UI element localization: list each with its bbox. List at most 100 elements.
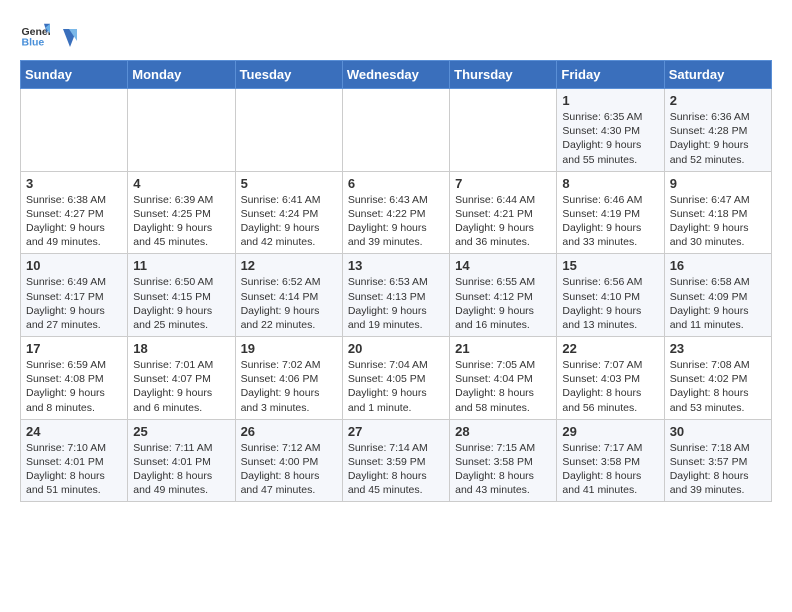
day-number: 8 — [562, 176, 658, 191]
day-info: Sunrise: 6:59 AM Sunset: 4:08 PM Dayligh… — [26, 359, 106, 414]
calendar-cell — [235, 89, 342, 172]
day-number: 18 — [133, 341, 229, 356]
day-info: Sunrise: 6:56 AM Sunset: 4:10 PM Dayligh… — [562, 276, 642, 331]
day-number: 14 — [455, 258, 551, 273]
weekday-header: Saturday — [664, 61, 771, 89]
calendar-cell: 17 Sunrise: 6:59 AM Sunset: 4:08 PM Dayli… — [21, 337, 128, 420]
calendar-cell: 27 Sunrise: 7:14 AM Sunset: 3:59 PM Dayli… — [342, 419, 449, 502]
calendar-cell: 8 Sunrise: 6:46 AM Sunset: 4:19 PM Daylig… — [557, 171, 664, 254]
calendar-cell: 19Sunrise: 7:02 AM Sunset: 4:06 PM Dayli… — [235, 337, 342, 420]
day-number: 25 — [133, 424, 229, 439]
calendar-cell: 28 Sunrise: 7:15 AM Sunset: 3:58 PM Dayli… — [450, 419, 557, 502]
day-info: Sunrise: 6:53 AM Sunset: 4:13 PM Dayligh… — [348, 276, 428, 331]
calendar-table: SundayMondayTuesdayWednesdayThursdayFrid… — [20, 60, 772, 502]
svg-text:Blue: Blue — [22, 37, 45, 49]
day-info: Sunrise: 7:01 AM Sunset: 4:07 PM Dayligh… — [133, 359, 213, 414]
day-number: 2 — [670, 93, 766, 108]
calendar-cell: 2 Sunrise: 6:36 AM Sunset: 4:28 PM Daylig… — [664, 89, 771, 172]
day-info: Sunrise: 6:44 AM Sunset: 4:21 PM Dayligh… — [455, 194, 535, 249]
day-info: Sunrise: 7:05 AM Sunset: 4:04 PM Dayligh… — [455, 359, 535, 414]
calendar-cell: 26 Sunrise: 7:12 AM Sunset: 4:00 PM Dayli… — [235, 419, 342, 502]
day-number: 17 — [26, 341, 122, 356]
day-number: 28 — [455, 424, 551, 439]
calendar-week-row: 17 Sunrise: 6:59 AM Sunset: 4:08 PM Dayli… — [21, 337, 772, 420]
day-info: Sunrise: 6:36 AM Sunset: 4:28 PM Dayligh… — [670, 111, 750, 166]
calendar-cell: 23 Sunrise: 7:08 AM Sunset: 4:02 PM Dayli… — [664, 337, 771, 420]
calendar-cell: 18 Sunrise: 7:01 AM Sunset: 4:07 PM Dayli… — [128, 337, 235, 420]
calendar-cell: 13 Sunrise: 6:53 AM Sunset: 4:13 PM Dayli… — [342, 254, 449, 337]
calendar-cell: 30Sunrise: 7:18 AM Sunset: 3:57 PM Dayli… — [664, 419, 771, 502]
logo: General Blue — [20, 20, 78, 50]
day-number: 26 — [241, 424, 337, 439]
page-header: General Blue — [20, 20, 772, 50]
calendar-cell: 25 Sunrise: 7:11 AM Sunset: 4:01 PM Dayli… — [128, 419, 235, 502]
day-info: Sunrise: 7:15 AM Sunset: 3:58 PM Dayligh… — [455, 442, 535, 497]
weekday-header: Friday — [557, 61, 664, 89]
day-number: 3 — [26, 176, 122, 191]
day-info: Sunrise: 7:17 AM Sunset: 3:58 PM Dayligh… — [562, 442, 642, 497]
logo-icon: General Blue — [20, 20, 50, 50]
calendar-cell: 21 Sunrise: 7:05 AM Sunset: 4:04 PM Dayli… — [450, 337, 557, 420]
day-info: Sunrise: 7:02 AM Sunset: 4:06 PM Dayligh… — [241, 359, 321, 414]
calendar-cell: 24 Sunrise: 7:10 AM Sunset: 4:01 PM Dayli… — [21, 419, 128, 502]
day-info: Sunrise: 7:14 AM Sunset: 3:59 PM Dayligh… — [348, 442, 428, 497]
calendar-week-row: 24 Sunrise: 7:10 AM Sunset: 4:01 PM Dayli… — [21, 419, 772, 502]
day-info: Sunrise: 6:49 AM Sunset: 4:17 PM Dayligh… — [26, 276, 106, 331]
day-info: Sunrise: 6:35 AM Sunset: 4:30 PM Dayligh… — [562, 111, 642, 166]
day-info: Sunrise: 7:12 AM Sunset: 4:00 PM Dayligh… — [241, 442, 321, 497]
day-info: Sunrise: 6:58 AM Sunset: 4:09 PM Dayligh… — [670, 276, 750, 331]
day-info: Sunrise: 6:52 AM Sunset: 4:14 PM Dayligh… — [241, 276, 321, 331]
calendar-cell: 16 Sunrise: 6:58 AM Sunset: 4:09 PM Dayli… — [664, 254, 771, 337]
day-number: 21 — [455, 341, 551, 356]
day-number: 12 — [241, 258, 337, 273]
calendar-cell: 1 Sunrise: 6:35 AM Sunset: 4:30 PM Daylig… — [557, 89, 664, 172]
day-number: 20 — [348, 341, 444, 356]
calendar-header-row: SundayMondayTuesdayWednesdayThursdayFrid… — [21, 61, 772, 89]
day-number: 4 — [133, 176, 229, 191]
calendar-cell: 12 Sunrise: 6:52 AM Sunset: 4:14 PM Dayli… — [235, 254, 342, 337]
day-number: 27 — [348, 424, 444, 439]
day-info: Sunrise: 7:11 AM Sunset: 4:01 PM Dayligh… — [133, 442, 212, 497]
day-number: 24 — [26, 424, 122, 439]
day-number: 11 — [133, 258, 229, 273]
day-number: 7 — [455, 176, 551, 191]
day-info: Sunrise: 6:46 AM Sunset: 4:19 PM Dayligh… — [562, 194, 642, 249]
calendar-cell: 20Sunrise: 7:04 AM Sunset: 4:05 PM Dayli… — [342, 337, 449, 420]
calendar-cell — [342, 89, 449, 172]
calendar-cell: 3 Sunrise: 6:38 AM Sunset: 4:27 PM Daylig… — [21, 171, 128, 254]
calendar-week-row: 3 Sunrise: 6:38 AM Sunset: 4:27 PM Daylig… — [21, 171, 772, 254]
calendar-cell: 7 Sunrise: 6:44 AM Sunset: 4:21 PM Daylig… — [450, 171, 557, 254]
day-number: 16 — [670, 258, 766, 273]
calendar-cell: 29 Sunrise: 7:17 AM Sunset: 3:58 PM Dayli… — [557, 419, 664, 502]
day-number: 29 — [562, 424, 658, 439]
day-number: 6 — [348, 176, 444, 191]
calendar-cell: 10 Sunrise: 6:49 AM Sunset: 4:17 PM Dayli… — [21, 254, 128, 337]
calendar-cell: 22Sunrise: 7:07 AM Sunset: 4:03 PM Dayli… — [557, 337, 664, 420]
day-info: Sunrise: 6:47 AM Sunset: 4:18 PM Dayligh… — [670, 194, 750, 249]
day-info: Sunrise: 6:38 AM Sunset: 4:27 PM Dayligh… — [26, 194, 106, 249]
day-info: Sunrise: 6:39 AM Sunset: 4:25 PM Dayligh… — [133, 194, 213, 249]
day-info: Sunrise: 6:41 AM Sunset: 4:24 PM Dayligh… — [241, 194, 321, 249]
day-info: Sunrise: 7:07 AM Sunset: 4:03 PM Dayligh… — [562, 359, 642, 414]
calendar-cell: 5 Sunrise: 6:41 AM Sunset: 4:24 PM Daylig… — [235, 171, 342, 254]
weekday-header: Sunday — [21, 61, 128, 89]
calendar-cell: 6Sunrise: 6:43 AM Sunset: 4:22 PM Daylig… — [342, 171, 449, 254]
day-info: Sunrise: 6:50 AM Sunset: 4:15 PM Dayligh… — [133, 276, 213, 331]
calendar-cell: 9 Sunrise: 6:47 AM Sunset: 4:18 PM Daylig… — [664, 171, 771, 254]
day-number: 9 — [670, 176, 766, 191]
day-number: 1 — [562, 93, 658, 108]
weekday-header: Thursday — [450, 61, 557, 89]
day-info: Sunrise: 6:55 AM Sunset: 4:12 PM Dayligh… — [455, 276, 535, 331]
day-number: 5 — [241, 176, 337, 191]
weekday-header: Tuesday — [235, 61, 342, 89]
day-info: Sunrise: 7:18 AM Sunset: 3:57 PM Dayligh… — [670, 442, 750, 497]
day-number: 13 — [348, 258, 444, 273]
day-number: 23 — [670, 341, 766, 356]
calendar-cell: 15 Sunrise: 6:56 AM Sunset: 4:10 PM Dayli… — [557, 254, 664, 337]
day-number: 15 — [562, 258, 658, 273]
day-number: 10 — [26, 258, 122, 273]
calendar-week-row: 10 Sunrise: 6:49 AM Sunset: 4:17 PM Dayli… — [21, 254, 772, 337]
calendar-cell — [450, 89, 557, 172]
day-info: Sunrise: 7:10 AM Sunset: 4:01 PM Dayligh… — [26, 442, 106, 497]
day-info: Sunrise: 7:08 AM Sunset: 4:02 PM Dayligh… — [670, 359, 750, 414]
